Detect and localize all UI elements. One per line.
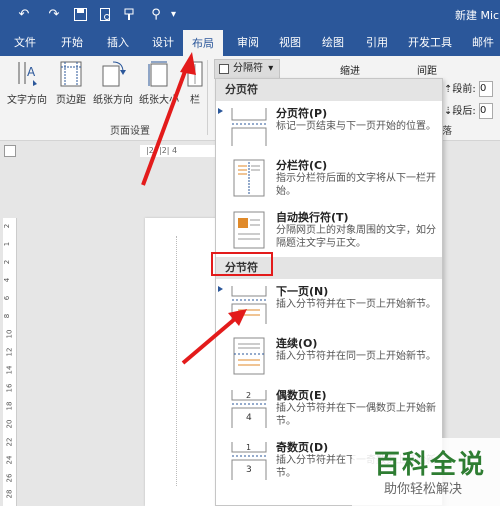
- watermark: 百科全说 助你轻松解决: [352, 438, 500, 506]
- odd-page-section-icon: 1 3: [231, 442, 267, 480]
- tab-draw[interactable]: 绘图: [313, 30, 353, 56]
- svg-text:3: 3: [246, 465, 252, 475]
- tab-developer[interactable]: 开发工具: [400, 30, 460, 56]
- menu-item-continuous[interactable]: 连续(O) 插入分节符并在同一页上开始新节。: [216, 333, 442, 379]
- text-direction-icon: A: [18, 62, 37, 86]
- tab-selector[interactable]: [4, 145, 16, 157]
- orientation-button[interactable]: 纸张方向: [90, 60, 136, 116]
- spacing-after-input[interactable]: 0: [478, 103, 493, 119]
- menu-item-even-page[interactable]: 2 4 偶数页(E) 插入分节符并在下一偶数页上开始新节。: [216, 385, 442, 431]
- menu-item-column-break[interactable]: 分栏符(C) 指示分栏符后面的文字将从下一栏开始。: [216, 155, 442, 201]
- page-setup-group-label: 页面设置: [110, 126, 150, 137]
- ribbon-tabs: 文件 开始 插入 设计 布局 审阅 视图 绘图 引用 开发工具 邮件: [0, 30, 500, 56]
- redo-icon[interactable]: ↷: [44, 6, 64, 24]
- spacing-label: 间距: [417, 66, 437, 77]
- text-wrapping-break-icon: [233, 211, 265, 249]
- text-direction-button[interactable]: A 文字方向: [4, 60, 50, 116]
- tab-design[interactable]: 设计: [143, 30, 183, 56]
- undo-icon[interactable]: ↶: [14, 6, 34, 24]
- page-margin-guide: [176, 236, 177, 486]
- title-bar: ↶ ↷ ⚲ ▾ 新建 Micr: [0, 0, 500, 30]
- spacing-before-row: ⇡段前: 0: [444, 80, 493, 97]
- svg-text:1: 1: [246, 443, 251, 452]
- paper-size-icon: [148, 61, 168, 87]
- page-break-icon: [231, 108, 267, 146]
- tab-home[interactable]: 开始: [52, 30, 92, 56]
- breaks-icon: [219, 64, 229, 74]
- spacing-before-input[interactable]: 0: [478, 81, 493, 97]
- search-icon[interactable]: ⚲: [146, 6, 166, 24]
- tab-file[interactable]: 文件: [6, 30, 44, 56]
- customize-icon[interactable]: ▾: [171, 6, 176, 24]
- menu-item-page-break[interactable]: 分页符(P) 标记一页结束与下一页开始的位置。: [216, 103, 442, 149]
- columns-button[interactable]: 栏: [184, 60, 206, 116]
- orientation-icon: [102, 61, 126, 87]
- next-page-section-icon: [231, 286, 267, 324]
- save-icon[interactable]: [70, 6, 90, 24]
- tab-layout[interactable]: 布局: [183, 30, 223, 56]
- margins-icon: [60, 61, 82, 87]
- breaks-button[interactable]: 分隔符 ▾: [214, 59, 280, 79]
- spacing-after-row: ⇣段后: 0: [444, 102, 493, 119]
- tab-review[interactable]: 审阅: [228, 30, 268, 56]
- vertical-ruler[interactable]: 2 1 2 4 6 8 10 12 14 16 18 20 22 24 26 2…: [3, 218, 17, 506]
- selection-marker-icon: [218, 286, 223, 292]
- tab-mailings[interactable]: 邮件: [466, 30, 500, 56]
- continuous-section-icon: [233, 337, 265, 375]
- svg-text:2: 2: [246, 391, 251, 400]
- svg-text:A: A: [27, 65, 36, 79]
- chevron-down-icon: ▾: [268, 63, 274, 74]
- even-page-section-icon: 2 4: [231, 390, 267, 428]
- watermark-slogan: 助你轻松解决: [384, 482, 463, 497]
- menu-item-text-wrapping-break[interactable]: 自动换行符(T) 分隔网页上的对象周围的文字，如分隔题注文字与正文。: [216, 207, 442, 253]
- tab-references[interactable]: 引用: [357, 30, 397, 56]
- page-breaks-header: 分页符: [216, 79, 442, 101]
- ribbon-divider: [207, 60, 208, 135]
- columns-icon: [187, 61, 203, 87]
- watermark-logo: 百科全说: [374, 450, 487, 480]
- format-painter-icon[interactable]: [120, 6, 140, 24]
- menu-item-next-page[interactable]: 下一页(N) 插入分节符并在下一页上开始新节。: [216, 281, 442, 327]
- margins-button[interactable]: 页边距: [50, 60, 92, 116]
- column-break-icon: [233, 159, 265, 197]
- document-title: 新建 Micr: [455, 9, 500, 22]
- tab-insert[interactable]: 插入: [98, 30, 138, 56]
- print-preview-icon[interactable]: [95, 6, 115, 24]
- selection-marker-icon: [218, 108, 223, 114]
- svg-text:4: 4: [246, 413, 252, 423]
- indent-label: 缩进: [340, 66, 360, 77]
- annotation-highlight-box: [211, 252, 273, 276]
- tab-view[interactable]: 视图: [270, 30, 310, 56]
- horizontal-ruler[interactable]: |2| |2| 4: [140, 145, 220, 157]
- paper-size-button[interactable]: 纸张大小: [136, 60, 182, 116]
